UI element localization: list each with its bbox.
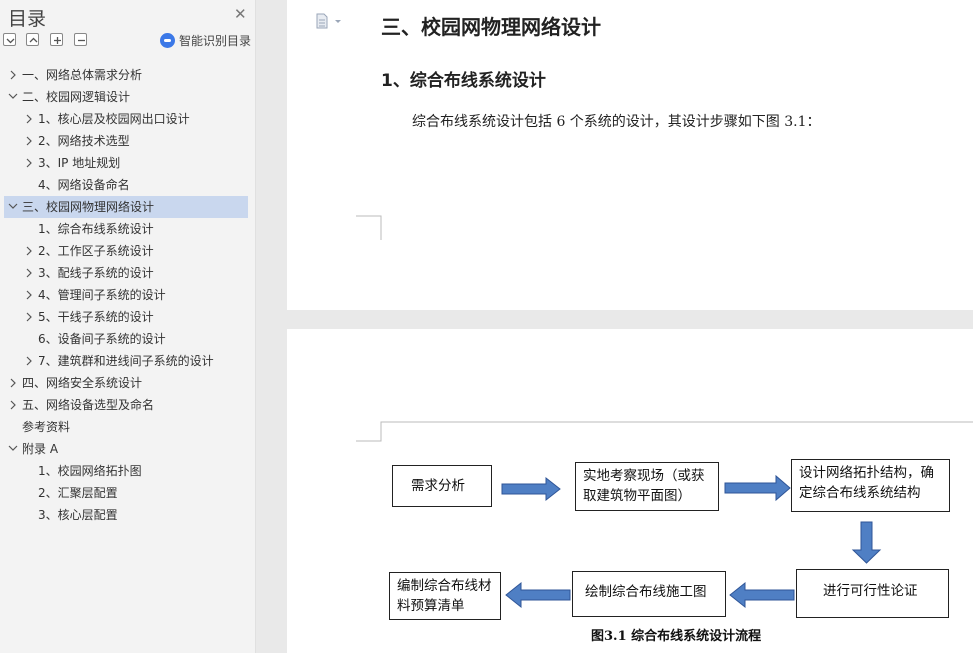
toc-item[interactable]: 五、网络设备选型及命名 (4, 394, 248, 416)
toc-item[interactable]: 1、综合布线系统设计 (4, 218, 248, 240)
toc-item-label: 3、核心层配置 (38, 508, 118, 522)
toc-item[interactable]: 3、IP 地址规划 (4, 152, 248, 174)
toc-item-label: 1、核心层及校园网出口设计 (38, 112, 190, 126)
toc-item[interactable]: 参考资料 (4, 416, 248, 438)
toc-item-label: 二、校园网逻辑设计 (22, 90, 131, 104)
toc-title: 目录 (8, 8, 47, 30)
flow-box-requirements: 需求分析 (392, 465, 492, 507)
toc-item[interactable]: 2、工作区子系统设计 (4, 240, 248, 262)
toc-item[interactable]: 4、网络设备命名 (4, 174, 248, 196)
toc-item-label: 7、建筑群和进线间子系统的设计 (38, 354, 214, 368)
toc-item[interactable]: 3、核心层配置 (4, 504, 248, 526)
toc-item-label: 三、校园网物理网络设计 (22, 200, 155, 214)
document-icon[interactable] (316, 13, 342, 29)
toc-item-label: 6、设备间子系统的设计 (38, 332, 166, 346)
document-page-1 (287, 0, 973, 310)
toc-item-label: 3、配线子系统的设计 (38, 266, 154, 280)
toc-item-label: 5、干线子系统的设计 (38, 310, 154, 324)
toc-item[interactable]: 2、网络技术选型 (4, 130, 248, 152)
ai-toc-label: 智能识别目录 (179, 34, 252, 48)
toc-item[interactable]: 6、设备间子系统的设计 (4, 328, 248, 350)
toc-item-label: 一、网络总体需求分析 (22, 68, 143, 82)
flow-box-site-survey: 实地考察现场（或获取建筑物平面图） (575, 462, 719, 511)
scrollbar-track[interactable] (267, 0, 281, 653)
toc-item-label: 4、网络设备命名 (38, 178, 130, 192)
toc-item[interactable]: 二、校园网逻辑设计 (4, 86, 248, 108)
figure-caption: 图3.1 综合布线系统设计流程 (591, 629, 762, 644)
toc-item-label: 2、工作区子系统设计 (38, 244, 154, 258)
toc-item-label: 四、网络安全系统设计 (22, 376, 143, 390)
collapse-all-icon[interactable] (3, 33, 16, 46)
plus-icon[interactable] (50, 33, 63, 46)
expand-all-icon[interactable] (26, 33, 39, 46)
toc-panel: 目录 ✕ 智能识别目录 一、网络总体需求分析 二、校园网逻辑设计 1、核心层及校园网… (0, 0, 256, 653)
toc-item[interactable]: 1、核心层及校园网出口设计 (4, 108, 248, 130)
flow-box-construction-drawing: 绘制综合布线施工图 (572, 571, 726, 617)
close-icon[interactable]: ✕ (234, 5, 247, 23)
toc-item[interactable]: 4、管理间子系统的设计 (4, 284, 248, 306)
toc-item-label: 参考资料 (22, 420, 71, 434)
ai-toc-icon (160, 33, 175, 48)
toc-item[interactable]: 5、干线子系统的设计 (4, 306, 248, 328)
toc-item-label: 附录 A (22, 442, 59, 456)
minus-icon[interactable] (74, 33, 87, 46)
toc-item-label: 4、管理间子系统的设计 (38, 288, 166, 302)
flow-box-budget-list: 编制综合布线材料预算清单 (389, 572, 501, 620)
body-paragraph: 综合布线系统设计包括 6 个系统的设计，其设计步骤如下图 3.1： (412, 114, 821, 130)
toc-item-label: 五、网络设备选型及命名 (22, 398, 155, 412)
heading-1: 三、校园网物理网络设计 (381, 15, 601, 39)
toc-item-label: 1、综合布线系统设计 (38, 222, 154, 236)
flow-box-feasibility: 进行可行性论证 (796, 569, 949, 618)
toc-item[interactable]: 三、校园网物理网络设计 (4, 196, 248, 218)
toc-item[interactable]: 1、校园网络拓扑图 (4, 460, 248, 482)
toc-item[interactable]: 附录 A (4, 438, 248, 460)
toc-item[interactable]: 7、建筑群和进线间子系统的设计 (4, 350, 248, 372)
toc-item[interactable]: 2、汇聚层配置 (4, 482, 248, 504)
toc-item[interactable]: 一、网络总体需求分析 (4, 64, 248, 86)
heading-2: 1、综合布线系统设计 (381, 71, 546, 91)
toc-item[interactable]: 四、网络安全系统设计 (4, 372, 248, 394)
flow-box-topology-design: 设计网络拓扑结构，确定综合布线系统结构 (791, 459, 950, 512)
ai-toc-button[interactable]: 智能识别目录 (160, 32, 251, 49)
toc-item[interactable]: 3、配线子系统的设计 (4, 262, 248, 284)
toc-item-label: 2、网络技术选型 (38, 134, 130, 148)
toc-item-label: 1、校园网络拓扑图 (38, 464, 142, 478)
toc-item-label: 2、汇聚层配置 (38, 486, 118, 500)
toc-item-label: 3、IP 地址规划 (38, 156, 121, 170)
